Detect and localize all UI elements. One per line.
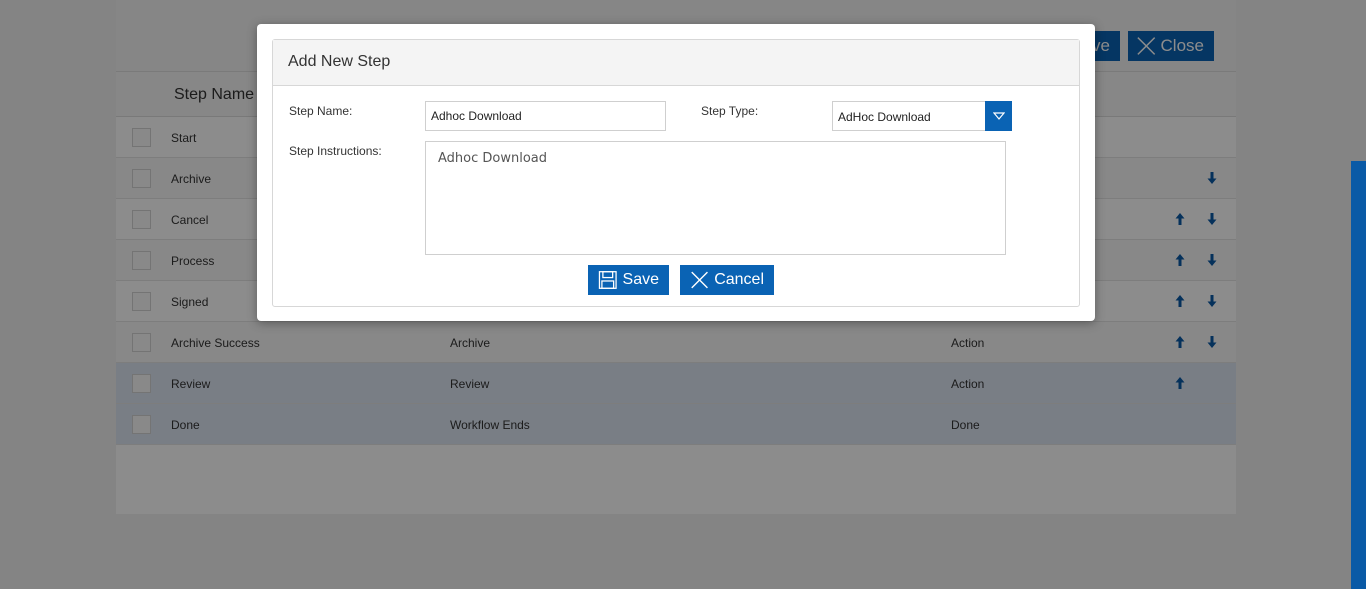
step-type-value: AdHoc Download bbox=[838, 110, 931, 124]
save-button[interactable]: Save bbox=[588, 265, 669, 295]
dialog-title: Add New Step bbox=[288, 53, 391, 70]
close-icon bbox=[691, 271, 708, 289]
step-name-input[interactable] bbox=[425, 101, 666, 131]
step-type-dropdown-button[interactable] bbox=[985, 101, 1012, 131]
cancel-button-label: Cancel bbox=[714, 271, 764, 288]
dropdown-arrow-icon bbox=[992, 112, 1005, 120]
save-icon bbox=[598, 271, 617, 289]
step-instructions-label: Step Instructions: bbox=[289, 144, 382, 158]
cancel-button[interactable]: Cancel bbox=[680, 265, 774, 295]
step-type-label: Step Type: bbox=[701, 104, 759, 118]
step-name-label: Step Name: bbox=[289, 104, 353, 118]
add-step-dialog: Add New Step Step Name: Step Type: AdHoc… bbox=[257, 24, 1095, 321]
dialog-body: Add New Step Step Name: Step Type: AdHoc… bbox=[272, 39, 1080, 307]
save-button-label: Save bbox=[622, 271, 659, 288]
dialog-header: Add New Step bbox=[273, 40, 1079, 86]
side-scroll-strip bbox=[1351, 161, 1366, 589]
step-instructions-textarea[interactable]: Adhoc Download bbox=[425, 141, 1006, 255]
step-type-select[interactable]: AdHoc Download bbox=[832, 101, 1012, 131]
